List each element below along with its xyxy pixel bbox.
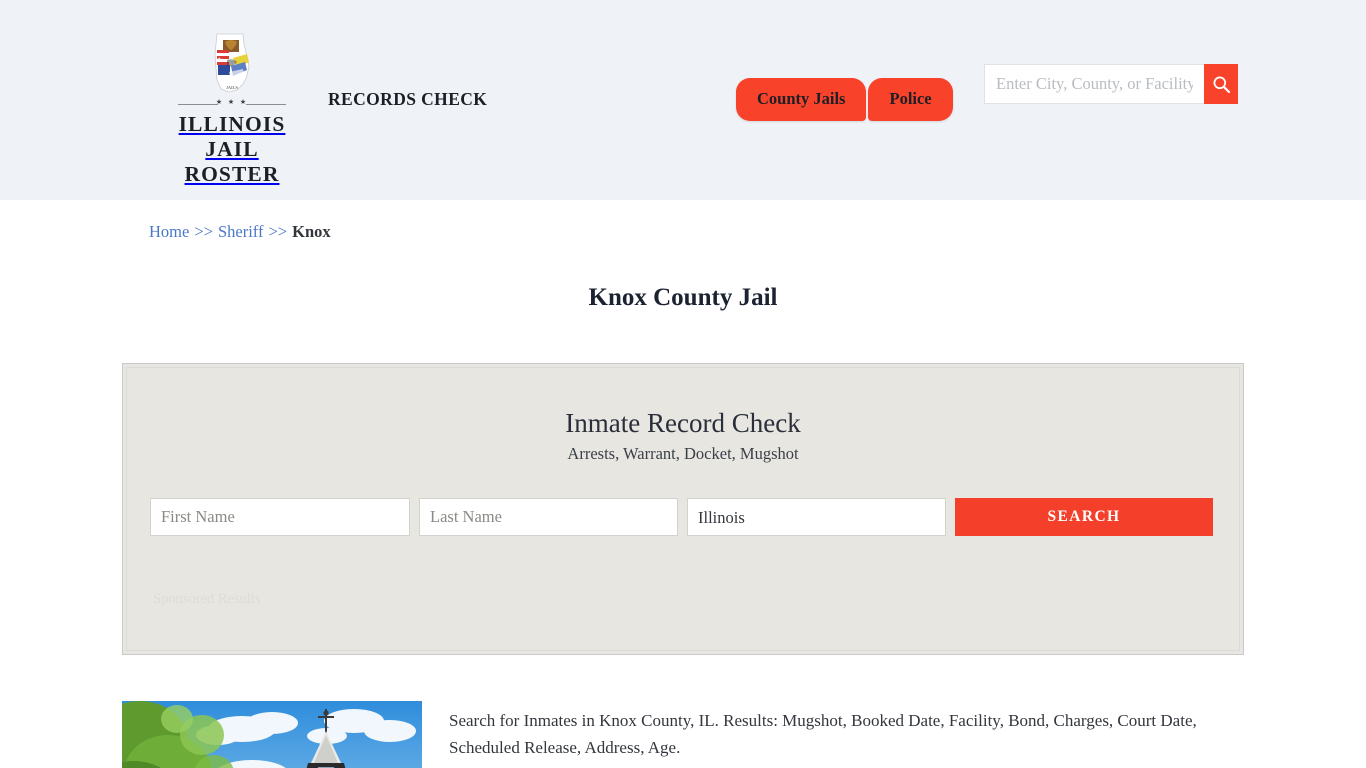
inmate-search-form: Illinois SEARCH [127, 498, 1239, 536]
breadcrumb: Home >> Sheriff >> Knox [118, 200, 1248, 242]
header-search [984, 64, 1238, 104]
courthouse-steeple-image [122, 701, 422, 768]
breadcrumb-item-current: Knox [292, 222, 331, 241]
first-name-input[interactable] [150, 498, 410, 536]
breadcrumb-separator-1: >> [194, 222, 213, 241]
primary-nav: County Jails Police [736, 78, 953, 121]
breadcrumb-item-sheriff[interactable]: Sheriff [218, 222, 264, 241]
inmate-record-check-title: Inmate Record Check [565, 408, 801, 438]
sponsored-panel-inner: Inmate Record Check Arrests, Warrant, Do… [126, 367, 1240, 651]
search-submit-button[interactable] [1204, 64, 1238, 104]
site-logo[interactable]: JAILS ★ ★ ★ ILLINOIS JAIL ROSTER [166, 32, 298, 187]
content-paragraph: Search for Inmates in Knox County, IL. R… [449, 711, 1197, 757]
content-text: Search for Inmates in Knox County, IL. R… [422, 701, 1248, 768]
inmate-search-button[interactable]: SEARCH [955, 498, 1213, 536]
nav-tab-police[interactable]: Police [868, 78, 953, 121]
breadcrumb-separator-2: >> [268, 222, 288, 241]
page-body: Home >> Sheriff >> Knox Knox County Jail Inm… [0, 200, 1366, 768]
site-header: JAILS ★ ★ ★ ILLINOIS JAIL ROSTER RECORDS… [0, 0, 1366, 200]
last-name-input[interactable] [419, 498, 678, 536]
nav-tab-county-jails[interactable]: County Jails [736, 78, 867, 121]
inmate-record-check-subtitle: Arrests, Warrant, Docket, Mugshot [567, 444, 799, 463]
illinois-state-outline-icon: JAILS [214, 33, 250, 93]
search-icon [1213, 76, 1230, 93]
county-photo [122, 701, 422, 768]
brand-name-line1: ILLINOIS [178, 112, 286, 136]
state-select[interactable]: Illinois [687, 498, 946, 536]
svg-text:JAILS: JAILS [226, 85, 238, 90]
brand-divider: ★ ★ ★ [174, 98, 290, 109]
search-input[interactable] [984, 64, 1204, 104]
sponsored-results-label: Sponsored Results [153, 591, 261, 607]
breadcrumb-item-home[interactable]: Home [149, 222, 189, 241]
header-inner: JAILS ★ ★ ★ ILLINOIS JAIL ROSTER RECORDS… [133, 0, 1238, 200]
content-container: Home >> Sheriff >> Knox Knox County Jail Inm… [118, 200, 1248, 768]
brand-name-line2: JAIL ROSTER [184, 137, 280, 186]
sponsored-search-panel: Inmate Record Check Arrests, Warrant, Do… [122, 363, 1244, 655]
brand-stars: ★ ★ ★ [215, 98, 249, 106]
content-row: Search for Inmates in Knox County, IL. R… [118, 701, 1248, 768]
page-title: Knox County Jail [588, 284, 778, 311]
site-tagline: RECORDS CHECK [328, 89, 488, 109]
